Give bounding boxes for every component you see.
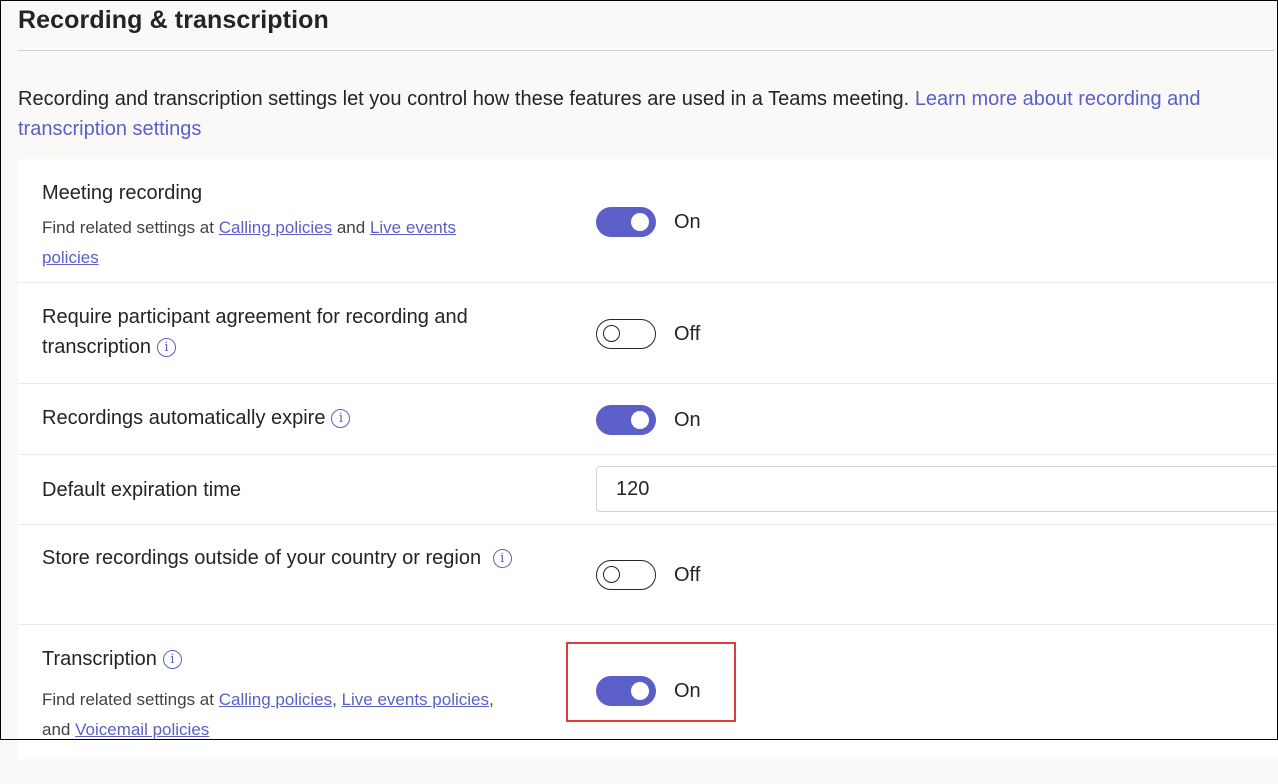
setting-row-participant-agreement: Require participant agreement for record… bbox=[18, 282, 1278, 384]
info-icon[interactable]: i bbox=[162, 650, 182, 670]
related-prefix: Find related settings at bbox=[42, 690, 214, 709]
meeting-recording-related: Find related settings at Calling policie… bbox=[42, 213, 502, 273]
highlight-box bbox=[566, 642, 736, 722]
info-icon[interactable]: i bbox=[492, 549, 512, 569]
participant-agreement-state: Off bbox=[674, 323, 701, 345]
section-description: Recording and transcription settings let… bbox=[18, 84, 1268, 144]
calling-policies-link[interactable]: Calling policies bbox=[219, 690, 332, 709]
description-text: Recording and transcription settings let… bbox=[18, 88, 910, 110]
setting-row-default-expiration: Default expiration time bbox=[18, 454, 1278, 525]
default-expiration-input[interactable] bbox=[596, 466, 1278, 512]
meeting-recording-label: Meeting recording bbox=[42, 182, 203, 204]
info-icon[interactable]: i bbox=[331, 409, 351, 429]
setting-row-store-outside: Store recordings outside of your country… bbox=[18, 524, 1278, 625]
transcription-related: Find related settings at Calling policie… bbox=[42, 690, 494, 739]
meeting-recording-state: On bbox=[674, 211, 701, 233]
auto-expire-toggle[interactable] bbox=[596, 405, 656, 435]
transcription-label-wrap: Transcription i bbox=[42, 644, 182, 674]
store-outside-label: Store recordings outside of your country… bbox=[42, 547, 482, 569]
setting-row-meeting-recording: Meeting recording Find related settings … bbox=[18, 159, 1278, 283]
related-and: and bbox=[42, 720, 71, 739]
auto-expire-label-wrap: Recordings automatically expire i bbox=[42, 403, 351, 433]
related-and: and bbox=[336, 218, 366, 237]
info-icon[interactable]: i bbox=[156, 338, 176, 358]
transcription-label: Transcription bbox=[42, 648, 157, 670]
meeting-recording-toggle[interactable] bbox=[596, 207, 656, 237]
setting-row-auto-expire: Recordings automatically expire i On bbox=[18, 383, 1278, 455]
store-outside-label-wrap: Store recordings outside of your country… bbox=[42, 543, 522, 573]
participant-agreement-toggle[interactable] bbox=[596, 319, 656, 349]
auto-expire-state: On bbox=[674, 409, 701, 431]
participant-agreement-label: Require participant agreement for record… bbox=[42, 306, 468, 358]
participant-agreement-label-wrap: Require participant agreement for record… bbox=[42, 302, 512, 362]
voicemail-policies-link[interactable]: Voicemail policies bbox=[75, 720, 209, 739]
default-expiration-label: Default expiration time bbox=[42, 479, 241, 501]
store-outside-toggle[interactable] bbox=[596, 560, 656, 590]
live-events-policies-link[interactable]: Live events policies bbox=[342, 690, 489, 709]
store-outside-state: Off bbox=[674, 564, 701, 586]
title-divider bbox=[18, 50, 1274, 51]
auto-expire-label: Recordings automatically expire bbox=[42, 407, 326, 429]
calling-policies-link[interactable]: Calling policies bbox=[219, 218, 332, 237]
related-prefix: Find related settings at bbox=[42, 218, 214, 237]
page-title: Recording & transcription bbox=[18, 6, 329, 34]
